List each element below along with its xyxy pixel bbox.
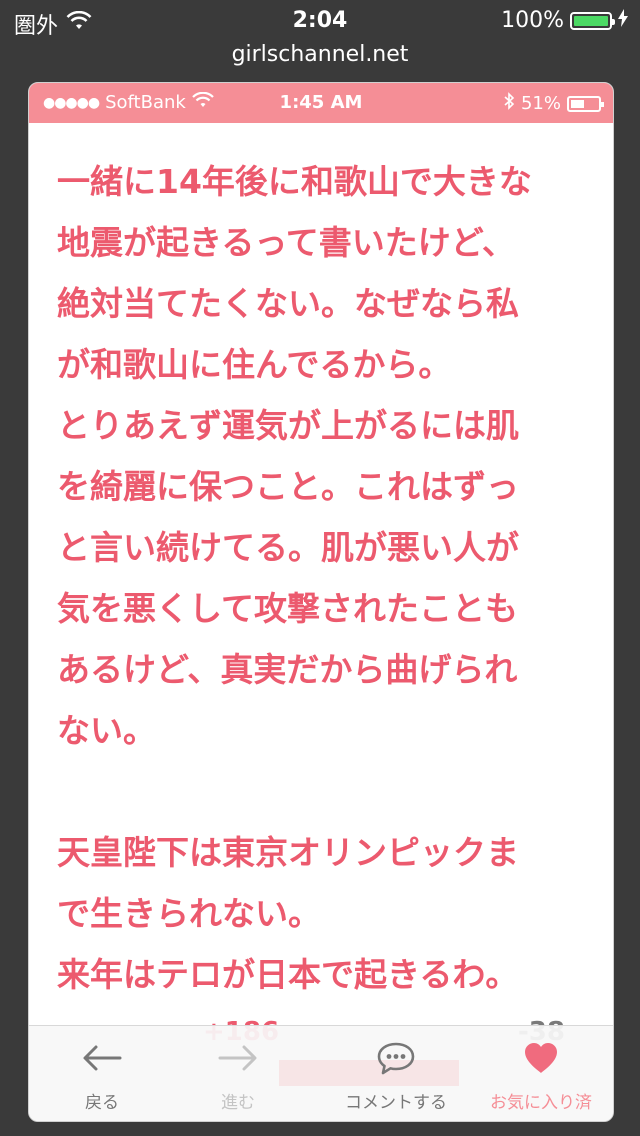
comment-button[interactable]: コメントする xyxy=(321,1026,471,1121)
url-domain: girlschannel.net xyxy=(231,42,409,67)
back-label: 戻る xyxy=(85,1093,119,1113)
forward-label: 進む xyxy=(221,1093,255,1113)
device-status-bar: 圏外 2:04 100% xyxy=(0,0,640,40)
battery-percent: 100% xyxy=(501,8,564,33)
heart-icon xyxy=(471,1032,611,1084)
favorite-label: お気に入り済 xyxy=(490,1093,592,1113)
bluetooth-icon xyxy=(503,92,515,115)
embedded-screenshot: ●●●●● SoftBank 1:45 AM 51% 一緒に14年後に和歌山で大… xyxy=(28,82,614,1122)
favorite-button[interactable]: お気に入り済 xyxy=(471,1026,611,1121)
forward-arrow-icon xyxy=(193,1032,283,1084)
back-arrow-icon xyxy=(57,1032,147,1084)
battery-group: 100% xyxy=(501,8,628,33)
charging-icon xyxy=(618,8,628,33)
battery-icon xyxy=(570,11,615,30)
inner-battery-group: 51% xyxy=(503,92,604,115)
inner-battery-percent: 51% xyxy=(520,93,561,114)
comment-label: コメントする xyxy=(345,1093,447,1113)
comment-body: 一緒に14年後に和歌山で大きな 地震が起きるって書いたけど、 絶対当てたくない。… xyxy=(57,151,597,1005)
inner-battery-icon xyxy=(567,95,604,112)
url-bar[interactable]: girlschannel.net xyxy=(0,40,640,78)
forward-button[interactable]: 進む xyxy=(193,1026,283,1121)
speech-bubble-icon xyxy=(321,1032,471,1084)
comment-paragraph: 天皇陛下は東京オリンピックま で生きられない。 来年はテロが日本で起きるわ。 xyxy=(57,833,519,994)
comment-paragraph: 一緒に14年後に和歌山で大きな 地震が起きるって書いたけど、 絶対当てたくない。… xyxy=(57,162,532,750)
inner-status-bar: ●●●●● SoftBank 1:45 AM 51% xyxy=(29,83,613,123)
bottom-toolbar: 戻る 進む コメントする お気に入り済 xyxy=(29,1025,613,1121)
back-button[interactable]: 戻る xyxy=(57,1026,147,1121)
